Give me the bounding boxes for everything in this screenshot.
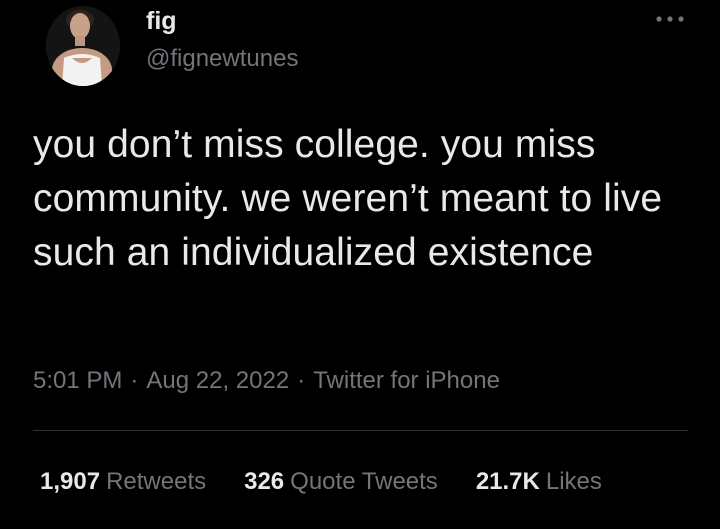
avatar-image (46, 6, 120, 86)
retweets-label: Retweets (106, 468, 207, 495)
more-options-button[interactable] (652, 8, 688, 30)
meta-separator: · (130, 367, 139, 394)
retweets-count: 1,907 (40, 468, 101, 495)
tweet-time[interactable]: 5:01 PM (33, 367, 122, 394)
tweet-date[interactable]: Aug 22, 2022 (146, 367, 289, 394)
quote-tweets-label: Quote Tweets (290, 468, 438, 495)
tweet-meta: 5:01 PM · Aug 22, 2022 · Twitter for iPhone (33, 366, 500, 396)
likes-stat[interactable]: 21.7K Likes (476, 467, 602, 497)
likes-count: 21.7K (475, 468, 540, 495)
tweet-text: you don’t miss college. you miss communi… (33, 123, 663, 274)
quote-tweets-count: 326 (244, 468, 285, 495)
avatar[interactable] (46, 6, 120, 86)
divider (33, 430, 688, 431)
meta-separator: · (297, 367, 306, 394)
author-display-name[interactable]: fig (146, 6, 177, 36)
retweets-stat[interactable]: 1,907 Retweets (40, 467, 206, 497)
more-horizontal-icon (656, 16, 684, 22)
likes-label: Likes (545, 468, 602, 495)
author-handle[interactable]: @fignewtunes (146, 44, 298, 74)
tweet-source[interactable]: Twitter for iPhone (313, 367, 500, 394)
tweet-stats: 1,907 Retweets 326 Quote Tweets 21.7K Likes (40, 467, 640, 497)
quote-tweets-stat[interactable]: 326 Quote Tweets (244, 467, 438, 497)
